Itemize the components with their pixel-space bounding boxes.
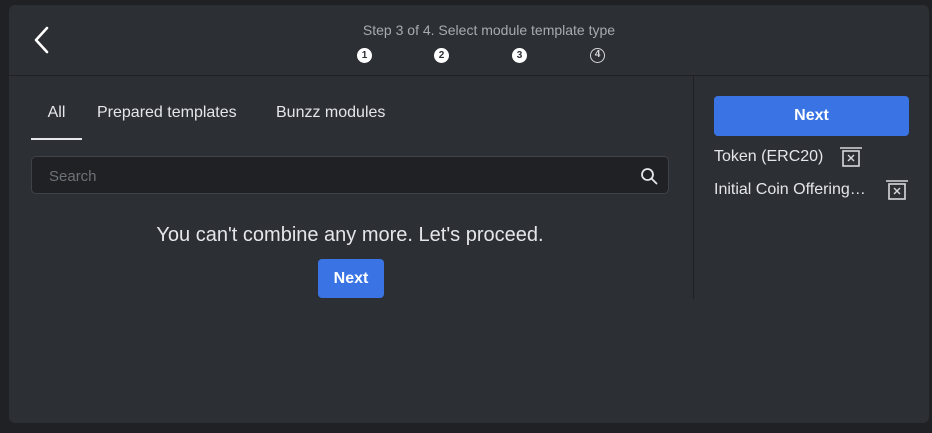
step-4: 4 bbox=[590, 48, 605, 63]
selected-module-label: Token (ERC20) bbox=[714, 148, 824, 165]
search-input[interactable] bbox=[47, 157, 631, 195]
step-indicator: 1 2 3 4 bbox=[9, 48, 929, 64]
selected-module-item: Token (ERC20) bbox=[714, 146, 909, 170]
remove-trash-icon[interactable] bbox=[839, 146, 863, 168]
header: Step 3 of 4. Select module template type… bbox=[9, 5, 929, 76]
selected-module-label: Initial Coin Offering… bbox=[714, 181, 866, 198]
tab-bunzz-modules[interactable]: Bunzz modules bbox=[276, 102, 385, 138]
step-1: 1 bbox=[357, 48, 372, 63]
search-icon[interactable] bbox=[640, 167, 658, 185]
step-2: 2 bbox=[434, 48, 449, 63]
remove-trash-icon[interactable] bbox=[885, 179, 909, 201]
search-box bbox=[31, 156, 669, 195]
tab-all[interactable]: All bbox=[31, 102, 82, 140]
next-button-main[interactable]: Next bbox=[318, 259, 384, 298]
tab-prepared-templates[interactable]: Prepared templates bbox=[97, 102, 237, 138]
step-title: Step 3 of 4. Select module template type bbox=[362, 22, 616, 38]
vertical-divider bbox=[693, 76, 694, 299]
limit-message: You can't combine any more. Let's procee… bbox=[156, 224, 544, 246]
modal-panel: Step 3 of 4. Select module template type… bbox=[9, 5, 929, 423]
selected-module-item: Initial Coin Offering… bbox=[714, 179, 909, 203]
step-3: 3 bbox=[512, 48, 527, 63]
next-button-sidebar[interactable]: Next bbox=[714, 96, 909, 136]
